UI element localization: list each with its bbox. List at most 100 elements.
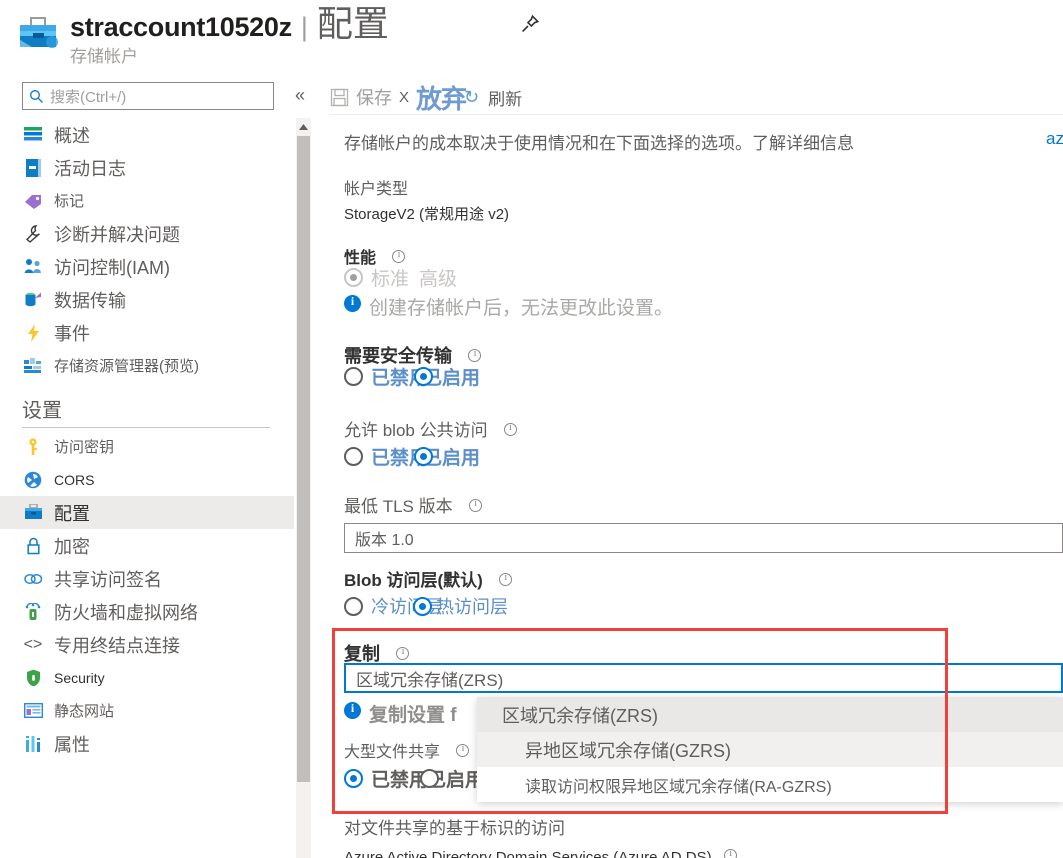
performance-note-text: 创建存储帐户后，无法更改此设置。 — [369, 298, 674, 319]
sidebar-item-events[interactable]: 事件 — [0, 316, 294, 349]
blob-access-tier-cool-label[interactable]: 冷访问层 — [371, 593, 443, 619]
search-input[interactable]: 搜索(Ctrl+/) — [22, 82, 274, 110]
large-file-shares-disabled-radio[interactable] — [344, 769, 363, 788]
sidebar-item-label: 事件 — [54, 323, 90, 344]
performance-standard-radio[interactable] — [344, 268, 363, 287]
scrollbar-thumb[interactable] — [297, 136, 310, 782]
discard-x-icon[interactable]: X — [399, 89, 409, 106]
info-icon[interactable] — [396, 646, 410, 660]
scroll-up-arrow-icon[interactable] — [296, 118, 311, 135]
code-brackets-icon: <> — [23, 635, 43, 653]
info-blue-icon — [344, 294, 361, 312]
overview-icon — [22, 125, 44, 145]
configuration-icon — [22, 503, 44, 523]
sidebar-item-overview[interactable]: 概述 — [0, 118, 294, 151]
sidebar-item-security[interactable]: Security — [0, 661, 294, 694]
sidebar-item-label: CORS — [54, 471, 95, 488]
tag-icon — [22, 191, 44, 211]
sidebar-item-cors[interactable]: CORS — [0, 463, 294, 496]
replication-note-text: 复制设置 f — [369, 705, 457, 726]
activity-log-icon — [22, 158, 44, 178]
secure-transfer-enabled-radio[interactable] — [414, 367, 434, 386]
account-name: straccount10520z — [70, 12, 292, 42]
sidebar-item-label: 诊断并解决问题 — [54, 224, 180, 245]
sidebar-item-data-transfer[interactable]: 数据传输 — [0, 283, 294, 316]
sidebar-item-configuration[interactable]: 配置 — [0, 496, 294, 529]
link-icon — [22, 569, 44, 589]
refresh-button[interactable]: 刷新 — [488, 85, 522, 110]
sidebar-item-properties[interactable]: 属性 — [0, 727, 294, 760]
sidebar-item-access-control[interactable]: 访问控制(IAM) — [0, 250, 294, 283]
dropdown-option-gzrs[interactable]: 异地区域冗余存储(GZRS) — [477, 732, 1063, 767]
save-disk-icon — [330, 88, 349, 107]
sidebar-scrollbar[interactable] — [296, 118, 311, 858]
key-icon — [22, 437, 44, 457]
info-icon[interactable] — [499, 572, 513, 586]
toolbar-divider — [330, 114, 1063, 115]
sidebar-item-label: 访问密钥 — [54, 439, 115, 456]
performance-radio-group: 标准 高级 — [344, 264, 673, 291]
sidebar-item-label: 数据传输 — [54, 290, 126, 311]
replication-dropdown-list[interactable]: 区域冗余存储(ZRS) 异地区域冗余存储(GZRS) 读取访问权限异地区域冗余存… — [477, 697, 1063, 802]
pin-icon[interactable] — [519, 13, 541, 35]
sidebar-item-access-keys[interactable]: 访问密钥 — [0, 430, 294, 463]
sidebar-item-activity-log[interactable]: 活动日志 — [0, 151, 294, 184]
save-button[interactable]: 保存 — [356, 84, 392, 110]
properties-icon — [22, 734, 44, 754]
blob-access-tier-cool-radio[interactable] — [344, 596, 363, 616]
large-file-shares-enabled-radio[interactable] — [420, 769, 440, 788]
performance-note: 创建存储帐户后，无法更改此设置。 — [344, 293, 673, 320]
sidebar-item-firewall[interactable]: 防火墙和虚拟网络 — [0, 595, 294, 628]
dropdown-option-zrs[interactable]: 区域冗余存储(ZRS) — [477, 697, 1063, 732]
cost-note-clipped: az — [1046, 129, 1063, 148]
sidebar-item-shared-access-signature[interactable]: 共享访问签名 — [0, 562, 294, 595]
info-icon[interactable] — [724, 848, 738, 858]
dropdown-option-ra-gzrs[interactable]: 读取访问权限异地区域冗余存储(RA-GZRS) — [477, 767, 1063, 802]
shield-icon — [22, 668, 44, 688]
sidebar-item-diagnose[interactable]: 诊断并解决问题 — [0, 217, 294, 250]
sidebar-item-encryption[interactable]: 加密 — [0, 529, 294, 562]
sidebar-item-storage-explorer[interactable]: 存储资源管理器(预览) — [0, 349, 294, 382]
blob-public-access-enabled-radio[interactable] — [414, 447, 434, 466]
sidebar-item-label: 活动日志 — [54, 158, 126, 179]
info-icon[interactable] — [469, 498, 483, 512]
blob-public-access-label: 允许 blob 公共访问 — [344, 421, 488, 440]
sidebar-item-private-endpoint[interactable]: <> 专用终结点连接 — [0, 628, 294, 661]
performance-premium-label[interactable]: 高级 — [419, 264, 457, 291]
sidebar-item-label: 存储资源管理器(预览) — [54, 358, 199, 375]
discard-button[interactable]: 放弃 — [416, 79, 467, 116]
collapse-sidebar-button[interactable]: « — [289, 82, 311, 108]
static-website-icon — [22, 701, 44, 721]
blob-public-access-disabled-radio[interactable] — [344, 447, 363, 466]
blob-public-access-radio-group: 已禁用 已启用 — [344, 443, 517, 470]
performance-standard-label[interactable]: 标准 — [371, 264, 409, 291]
sidebar-item-tags[interactable]: 标记 — [0, 184, 294, 217]
search-icon — [29, 89, 44, 104]
tls-version-select[interactable]: 版本 1.0 — [344, 523, 1063, 553]
sidebar-item-static-website[interactable]: 静态网站 — [0, 694, 294, 727]
sidebar-item-label: 加密 — [54, 536, 90, 557]
people-icon — [22, 257, 44, 277]
page-header: straccount10520z | 配置 存储帐户 — [0, 0, 1063, 72]
refresh-icon[interactable]: ↻ — [464, 87, 479, 108]
secure-transfer-disabled-radio[interactable] — [344, 367, 363, 386]
secure-transfer-field: 需要安全传输 已禁用 已启用 — [344, 342, 482, 390]
info-icon[interactable] — [468, 348, 482, 362]
large-file-shares-radio-group: 已禁用 已启用 — [344, 765, 484, 792]
blob-access-tier-hot-radio[interactable] — [413, 596, 432, 616]
info-icon[interactable] — [504, 422, 518, 436]
blob-access-tier-label: Blob 访问层(默认) — [344, 571, 483, 590]
account-type-label: 帐户类型 — [344, 181, 409, 198]
replication-select-input[interactable]: 区域冗余存储(ZRS) — [344, 663, 1063, 693]
blob-access-tier-hot-label[interactable]: 热访问层 — [436, 593, 508, 619]
page-title-line: straccount10520z | 配置 — [70, 6, 389, 43]
sidebar-item-label: 防火墙和虚拟网络 — [54, 602, 198, 623]
large-file-shares-label: 大型文件共享 — [344, 744, 441, 761]
info-icon[interactable] — [392, 249, 406, 263]
account-subtitle: 存储帐户 — [70, 47, 138, 66]
performance-field: 性能 标准 高级 创建存储帐户后，无法更改此设置。 — [344, 244, 673, 320]
tls-version-value: 版本 1.0 — [355, 532, 414, 549]
sidebar-group-divider — [22, 427, 270, 428]
info-icon[interactable] — [456, 743, 470, 757]
sidebar-item-label: 静态网站 — [54, 703, 115, 720]
